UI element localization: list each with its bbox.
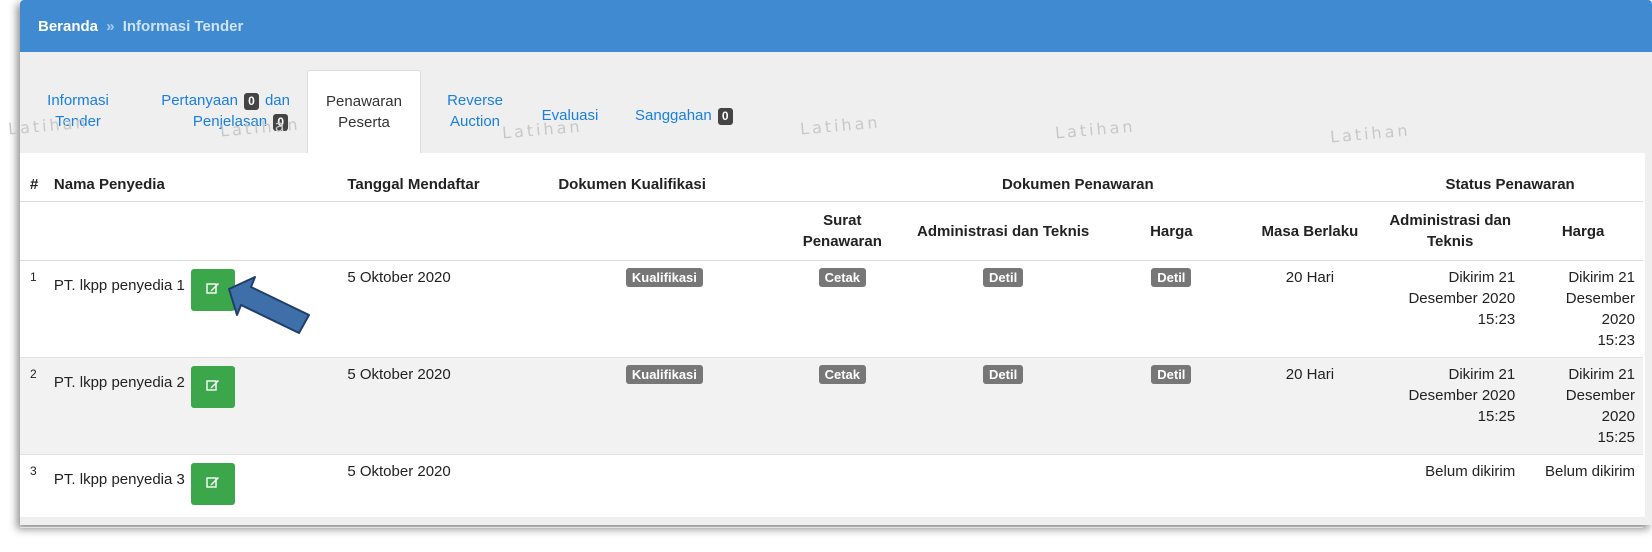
status-admin-text: Desember 2020 [1408,290,1516,307]
edit-icon [206,377,220,398]
status-price-text: Desember 2020 [1565,290,1635,328]
col-header-validity: Masa Berlaku [1242,201,1378,261]
col-header-admin-tech: Administrasi dan Teknis [906,201,1101,261]
tab-label-line1: Informasi [47,92,109,109]
tab-label-text: dan [264,92,290,109]
provider-name: PT. lkpp penyedia 1 [53,277,185,294]
status-admin-text: Desember 2020 [1408,387,1516,404]
status-price-text: Belum dikirim [1544,463,1635,480]
qualification-button[interactable]: Kualifikasi [625,268,703,287]
col-header-qualification: Dokumen Kualifikasi [550,167,779,202]
tab-label-line2: Peserta [338,114,390,131]
count-badge: 0 [244,93,259,110]
col-header-status-admin: Administrasi dan Teknis [1377,201,1524,261]
status-price-text: Dikirim 21 [1568,269,1635,286]
breadcrumb-current: Informasi Tender [122,18,244,35]
edit-button[interactable] [190,463,235,505]
tab-label-line1: Penawaran [326,93,402,110]
tab-label-line1: Reverse [447,92,503,109]
provider-name: PT. lkpp penyedia 2 [53,374,185,391]
col-header-num: # [20,167,52,202]
print-offer-button[interactable]: Cetak [818,365,867,384]
admin-tech-detail-button[interactable]: Detil [983,268,1024,287]
edit-icon [206,474,220,495]
status-price-text: Dikirim 21 [1568,366,1635,383]
registration-date: 5 Oktober 2020 [339,357,551,455]
col-header-date: Tanggal Mendaftar [339,167,551,202]
edit-button[interactable] [190,366,235,408]
status-admin-text: 15:23 [1477,311,1516,328]
row-number: 3 [30,464,37,478]
row-number: 1 [30,270,37,284]
tab-bar: Informasi Tender Pertanyaan 0 dan Penjel… [20,70,1652,154]
participants-table: # Nama Penyedia Tanggal Mendaftar Dokume… [20,167,1643,528]
tab-sanggahan[interactable]: Sanggahan 0 [635,105,755,126]
row-number: 2 [30,367,37,381]
tab-label-line1: Pertanyaan 0 dan [140,90,290,111]
validity-period: 20 Hari [1242,260,1378,358]
validity-period: 20 Hari [1242,357,1378,455]
table-row: 2 PT. lkpp penyedia 2 5 Oktober 2020 Kualif… [20,357,1643,455]
price-detail-button[interactable]: Detil [1151,365,1192,384]
status-admin-text: Dikirim 21 [1448,269,1516,286]
page-frame: Beranda » Informasi Tender Informasi Ten… [7,0,1652,528]
edit-icon [206,280,220,301]
col-header-status: Status Penawaran [1377,167,1643,202]
status-price-text: 15:23 [1597,332,1635,349]
tab-label-text: Pertanyaan [161,92,238,109]
provider-name: PT. lkpp penyedia 3 [53,471,185,488]
status-admin-text: 15:25 [1477,408,1516,425]
col-header-offer-letter: Surat Penawaran [778,201,907,261]
col-header-price: Harga [1100,201,1243,261]
status-admin-text: Dikirim 21 [1448,366,1516,383]
col-header-status-price: Harga [1523,201,1643,261]
registration-date: 5 Oktober 2020 [339,454,551,528]
tab-penawaran-peserta[interactable]: Penawaran Peserta [307,70,421,154]
col-header-offer-docs: Dokumen Penawaran [778,167,1378,202]
tab-reverse-auction[interactable]: Reverse Auction [440,90,510,132]
breadcrumb-bar: Beranda » Informasi Tender [20,0,1652,52]
status-price-text: 15:25 [1597,429,1635,446]
breadcrumb-separator: » [106,18,115,35]
table-row: 3 PT. lkpp penyedia 3 5 Oktober 2020 Belum … [20,454,1643,528]
breadcrumb: Beranda » Informasi Tender [38,18,243,35]
print-offer-button[interactable]: Cetak [818,268,867,287]
validity-period [1242,454,1378,528]
price-detail-button[interactable]: Detil [1151,268,1192,287]
pointer-arrow-icon [228,276,310,334]
status-admin-text: Belum dikirim [1425,463,1516,480]
tab-label-text: Sanggahan [635,107,712,124]
qualification-button[interactable]: Kualifikasi [625,365,703,384]
tab-label-line2: Auction [449,113,501,130]
registration-date: 5 Oktober 2020 [339,260,551,358]
col-header-provider: Nama Penyedia [51,167,340,202]
admin-tech-detail-button[interactable]: Detil [983,365,1024,384]
status-price-text: Desember 2020 [1565,387,1635,425]
breadcrumb-home[interactable]: Beranda [38,18,98,35]
count-badge: 0 [717,108,733,125]
